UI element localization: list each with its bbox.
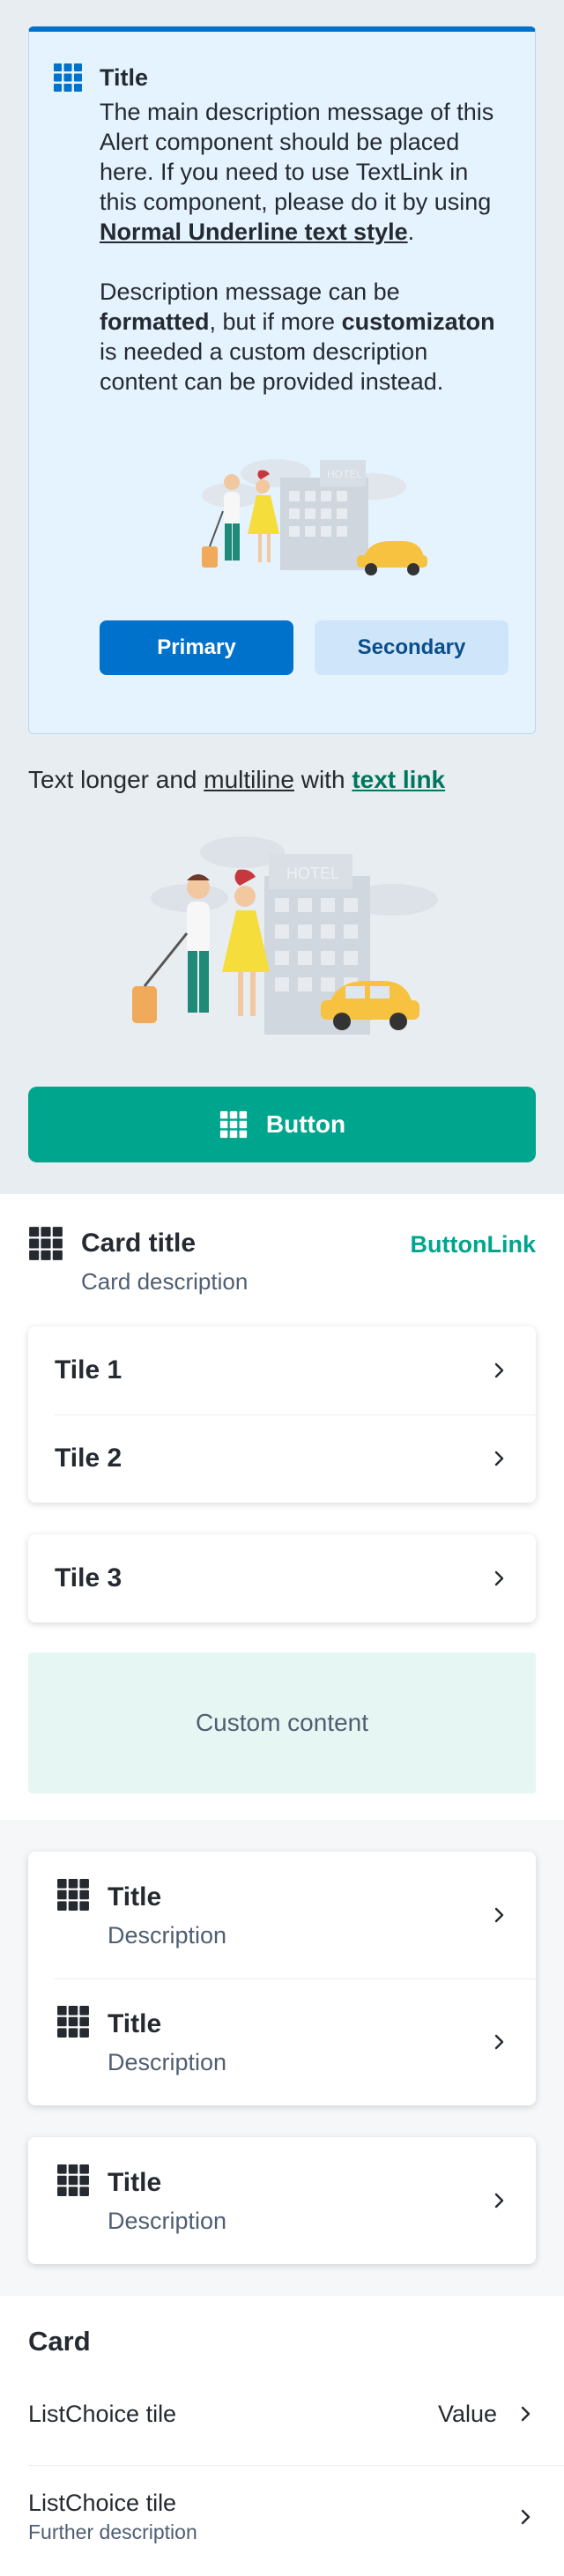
- tile-label: Tile 2: [55, 1444, 122, 1473]
- alert-desc2-bold2: customizaton: [341, 308, 495, 335]
- main-button-label: Button: [265, 1110, 346, 1138]
- text-link[interactable]: text link: [352, 766, 445, 793]
- alert-wrapper: Title The main description message of th…: [0, 0, 564, 734]
- chevron-right-icon: [494, 1570, 504, 1586]
- alert-desc2-text: Description message can be: [100, 278, 400, 305]
- alert-desc-text-end: .: [407, 219, 415, 245]
- chevron-right-icon: [494, 2034, 504, 2050]
- list-tile-title: Title: [108, 2009, 162, 2038]
- info-alert: Title The main description message of th…: [28, 26, 536, 734]
- grid-icon: [57, 1879, 89, 1911]
- custom-content: Custom content: [28, 1652, 536, 1793]
- list-tile[interactable]: Title Description: [28, 1978, 536, 2105]
- list-tile-single: Title Description: [28, 2137, 536, 2264]
- text-line-a: Text longer and: [28, 766, 204, 793]
- hotel-sign: HOTEL: [327, 468, 362, 480]
- chevron-right-icon: [494, 1907, 504, 1923]
- list-choice-tile[interactable]: ListChoice tile Value: [28, 2363, 536, 2465]
- text-with-link: Text longer and multiline with text link: [0, 762, 564, 798]
- chevron-right-icon: [494, 1362, 504, 1378]
- underline-text: multiline: [204, 766, 294, 793]
- travel-illustration-large: HOTEL: [132, 836, 438, 1035]
- text-line-b: with: [293, 766, 352, 793]
- tile-2[interactable]: Tile 2: [28, 1414, 536, 1503]
- list-tile-group: Title Description Title Description: [28, 1852, 536, 2105]
- primary-button[interactable]: Primary: [100, 620, 293, 675]
- list-tile-title: Title: [108, 1882, 162, 1912]
- list-tile[interactable]: Title Description: [28, 1852, 536, 1978]
- chevron-right-icon: [521, 2509, 531, 2525]
- list-choice-tile[interactable]: ListChoice tile Further description: [28, 2465, 564, 2569]
- list-choice-label: ListChoice tile: [28, 2490, 177, 2516]
- alert-text-link[interactable]: Normal Underline text style: [100, 219, 408, 245]
- alert-desc2-bold: formatted: [100, 308, 210, 335]
- tile-label: Tile 3: [55, 1563, 122, 1592]
- card: Card title Card description ButtonLink T…: [0, 1194, 564, 1820]
- list-choice-label-wrap: ListChoice tile Further description: [28, 2490, 515, 2544]
- alert-illustration: HOTEL: [100, 425, 508, 592]
- chevron-right-icon: [494, 2193, 504, 2209]
- list-tile[interactable]: Title Description: [28, 2137, 536, 2264]
- card-title: Card title: [81, 1229, 197, 1258]
- list-tiles-section: Title Description Title Description Titl…: [0, 1820, 564, 2296]
- choice-card: Card ListChoice tile Value ListChoice ti…: [0, 2296, 564, 2576]
- list-choice-label: ListChoice tile: [28, 2400, 177, 2427]
- page: Title The main description message of th…: [0, 0, 564, 2576]
- grid-icon: [29, 1227, 63, 1260]
- alert-desc2-text-c: is needed a custom description content c…: [100, 338, 444, 395]
- tile-group: Tile 1 Tile 2: [28, 1326, 536, 1503]
- list-tile-description: Description: [108, 2049, 227, 2075]
- main-button[interactable]: Button: [28, 1087, 536, 1162]
- tile-single: Tile 3: [28, 1534, 536, 1622]
- chevron-right-icon: [521, 2406, 531, 2422]
- alert-desc2-text-b: , but if more: [209, 308, 342, 335]
- list-tile-description: Description: [108, 1922, 227, 1949]
- grid-icon: [57, 2164, 89, 2196]
- list-choice-value: Value: [437, 2400, 497, 2427]
- hotel-sign-large: HOTEL: [286, 865, 339, 882]
- grid-icon: [57, 2006, 89, 2038]
- travel-illustration: HOTEL: [202, 459, 427, 575]
- card-description: Card description: [81, 1268, 249, 1295]
- alert-actions: Primary Secondary: [100, 620, 508, 675]
- card-button-link[interactable]: ButtonLink: [411, 1231, 536, 1258]
- list-tile-title: Title: [108, 2168, 162, 2197]
- tile-label: Tile 1: [55, 1355, 122, 1385]
- main-illustration: HOTEL: [0, 828, 564, 1057]
- alert-title: Title: [100, 64, 149, 91]
- chevron-right-icon: [494, 1451, 504, 1466]
- tile-3[interactable]: Tile 3: [28, 1534, 536, 1622]
- secondary-button[interactable]: Secondary: [315, 620, 508, 675]
- alert-desc-text: The main description message of this Ale…: [100, 99, 494, 215]
- tile-1[interactable]: Tile 1: [28, 1326, 536, 1414]
- grid-icon: [54, 63, 82, 92]
- alert-description: The main description message of this Ale…: [100, 97, 508, 397]
- card-header: Card title Card description ButtonLink: [28, 1226, 536, 1296]
- list-tile-description: Description: [108, 2208, 227, 2234]
- list-choice-description: Further description: [28, 2520, 197, 2543]
- choice-card-title: Card: [28, 2326, 91, 2357]
- grid-icon: [219, 1110, 248, 1139]
